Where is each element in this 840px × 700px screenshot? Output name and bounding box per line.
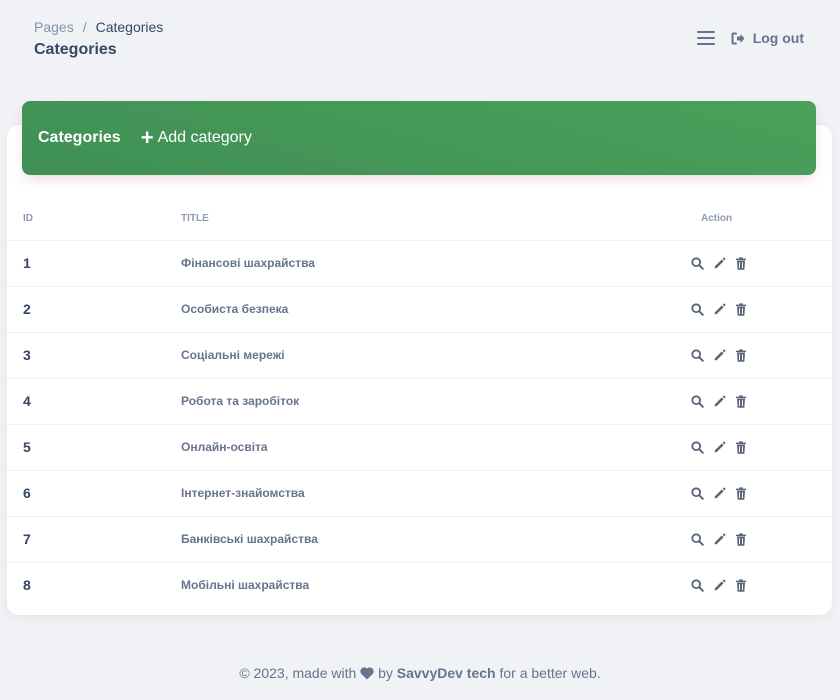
delete-icon[interactable] [735, 348, 747, 362]
logout-label: Log out [752, 30, 804, 46]
plus-icon: + [140, 125, 154, 150]
card-header: Categories + Add category [22, 101, 816, 175]
action-icons [691, 256, 832, 270]
row-title: Онлайн-освіта [181, 424, 691, 471]
add-category-button[interactable]: + Add category [141, 127, 252, 149]
table-row: 4 Робота та заробіток [7, 378, 832, 425]
view-icon[interactable] [691, 302, 704, 316]
row-id: 2 [7, 286, 181, 333]
logout-button[interactable]: Log out [731, 30, 804, 46]
row-title: Особиста безпека [181, 286, 691, 333]
row-id: 8 [23, 577, 31, 594]
column-header-id: ID [7, 198, 181, 241]
row-title: Банківські шахрайства [181, 516, 691, 563]
breadcrumb-root[interactable]: Pages [34, 19, 74, 35]
action-icons [691, 486, 832, 500]
table-row: 6 Інтернет-знайомства [7, 470, 832, 517]
row-title: Робота та заробіток [181, 378, 691, 425]
edit-icon[interactable] [713, 579, 726, 592]
footer: © 2023, made with by SavvyDev tech for a… [0, 665, 840, 681]
breadcrumb-separator: / [82, 19, 87, 35]
table-row: 7 Банківські шахрайства [7, 516, 832, 563]
edit-icon[interactable] [713, 349, 726, 362]
view-icon[interactable] [691, 256, 704, 270]
edit-icon[interactable] [713, 395, 726, 408]
action-icons [691, 579, 832, 592]
footer-suffix: for a better web. [499, 665, 601, 681]
edit-icon[interactable] [713, 533, 726, 546]
row-id: 1 [7, 240, 181, 287]
row-actions [691, 424, 832, 471]
page-title: Categories [34, 41, 117, 58]
view-icon[interactable] [691, 486, 704, 500]
delete-icon[interactable] [735, 579, 747, 592]
row-id: 3 [7, 332, 181, 379]
hamburger-icon[interactable] [696, 31, 715, 45]
delete-icon[interactable] [735, 486, 747, 500]
row-title: Інтернет-знайомства [181, 470, 691, 517]
view-icon[interactable] [691, 348, 704, 362]
card-title: Categories [38, 129, 121, 146]
table-row: 2 Особиста безпека [7, 286, 832, 333]
view-icon[interactable] [691, 440, 704, 454]
table-row: 1 Фінансові шахрайства [7, 240, 832, 287]
table-row: 3 Соціальні мережі [7, 332, 832, 379]
table-header-row: ID TITLE Action [7, 198, 832, 241]
row-actions [691, 332, 832, 379]
add-category-label: Add category [157, 129, 252, 146]
column-header-action: Action [691, 198, 832, 241]
heart-icon [360, 667, 374, 680]
top-actions: Log out [696, 30, 804, 46]
footer-brand-link[interactable]: SavvyDev tech [397, 665, 496, 681]
row-id: 6 [7, 470, 181, 517]
action-icons [691, 348, 832, 362]
row-id: 4 [7, 378, 181, 425]
delete-icon[interactable] [735, 440, 747, 454]
edit-icon[interactable] [713, 487, 726, 500]
action-icons [691, 440, 832, 454]
row-actions [691, 378, 832, 425]
view-icon[interactable] [691, 579, 704, 592]
table-row: 5 Онлайн-освіта [7, 424, 832, 471]
delete-icon[interactable] [735, 394, 747, 408]
footer-prefix: © 2023, made with [239, 665, 357, 681]
view-icon[interactable] [691, 532, 704, 546]
delete-icon[interactable] [735, 302, 747, 316]
row-title: Фінансові шахрайства [181, 240, 691, 287]
row-id: 7 [7, 516, 181, 563]
view-icon[interactable] [691, 394, 704, 408]
edit-icon[interactable] [713, 303, 726, 316]
row-actions [691, 562, 832, 608]
sign-out-icon [731, 32, 745, 44]
row-actions [691, 286, 832, 333]
row-title: Мобільні шахрайства [181, 578, 310, 593]
row-title: Соціальні мережі [181, 332, 691, 379]
edit-icon[interactable] [713, 441, 726, 454]
topbar: Pages / Categories Categories [34, 19, 163, 59]
delete-icon[interactable] [735, 256, 747, 270]
delete-icon[interactable] [735, 532, 747, 546]
action-icons [691, 394, 832, 408]
column-header-title: TITLE [181, 198, 691, 241]
footer-by: by [378, 665, 393, 681]
row-id: 5 [7, 424, 181, 471]
breadcrumb: Pages / Categories [34, 19, 163, 35]
table-row: 8 Мобільні шахрайства [7, 562, 832, 608]
row-actions [691, 516, 832, 563]
row-actions [691, 240, 832, 287]
categories-table: ID TITLE Action 1 Фінансові шахрайства 2 Ос… [7, 198, 832, 608]
action-icons [691, 532, 832, 546]
edit-icon[interactable] [713, 257, 726, 270]
row-actions [691, 470, 832, 517]
breadcrumb-current: Categories [95, 19, 164, 35]
action-icons [691, 302, 832, 316]
